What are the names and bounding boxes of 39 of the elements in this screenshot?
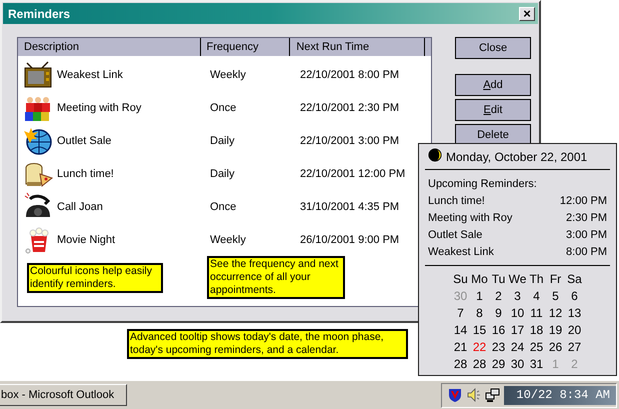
table-cell: Call Joan: [57, 200, 103, 212]
window-title: Reminders: [8, 6, 70, 20]
weekday-label: We: [508, 271, 527, 288]
table-cell: Movie Night: [57, 234, 116, 246]
reminder-name: Lunch time!: [428, 194, 485, 209]
table-cell: Daily: [210, 168, 234, 180]
table-cell: 26/10/2001 9:00 PM: [300, 234, 400, 246]
table-cell: Lunch time!: [57, 168, 114, 180]
upcoming-heading: Upcoming Reminders:: [428, 177, 538, 192]
table-cell: Meeting with Roy: [57, 102, 142, 114]
table-cell: Daily: [210, 134, 234, 146]
table-cell: 22/10/2001 2:30 PM: [300, 102, 400, 114]
table-cell: 22/10/2001 12:00 PM: [300, 168, 406, 180]
reminder-time: 8:00 PM: [566, 245, 607, 260]
reminder-time: 3:00 PM: [566, 228, 607, 243]
weekday-label: Th: [528, 271, 544, 288]
table-cell: 31/10/2001 4:35 PM: [300, 200, 400, 212]
table-cell: Weekly: [210, 234, 246, 246]
weekday-label: Fr: [548, 271, 562, 288]
weekday-label: Sa: [566, 271, 583, 288]
table-cell: 22/10/2001 8:00 PM: [300, 68, 400, 80]
table-cell: Outlet Sale: [57, 134, 112, 146]
tooltip-date: Monday, October 22, 2001: [446, 150, 588, 164]
table-cell: Weakest Link: [57, 68, 123, 80]
reminder-time: 12:00 PM: [560, 194, 607, 209]
reminder-name: Weakest Link: [428, 245, 494, 260]
reminder-time: 2:30 PM: [566, 211, 607, 226]
weekday-label: Tu: [490, 271, 506, 288]
table-cell: Weekly: [210, 68, 246, 80]
callout-note: Advanced tooltip shows today's date, the moon phase, today's upcoming reminders, and a calendar.: [127, 329, 408, 359]
table-cell: Once: [210, 200, 236, 212]
weekday-label: Su: [452, 271, 469, 288]
table-cell: 22/10/2001 3:00 PM: [300, 134, 400, 146]
reminder-name: Outlet Sale: [428, 228, 482, 243]
callout-note: See the frequency and next occurrence of all your appointments.: [207, 256, 345, 299]
callout-note: Colourful icons help easily identify reminders.: [27, 263, 163, 293]
weekday-label: Mo: [470, 271, 489, 288]
reminder-name: Meeting with Roy: [428, 211, 512, 226]
table-cell: Once: [210, 102, 236, 114]
